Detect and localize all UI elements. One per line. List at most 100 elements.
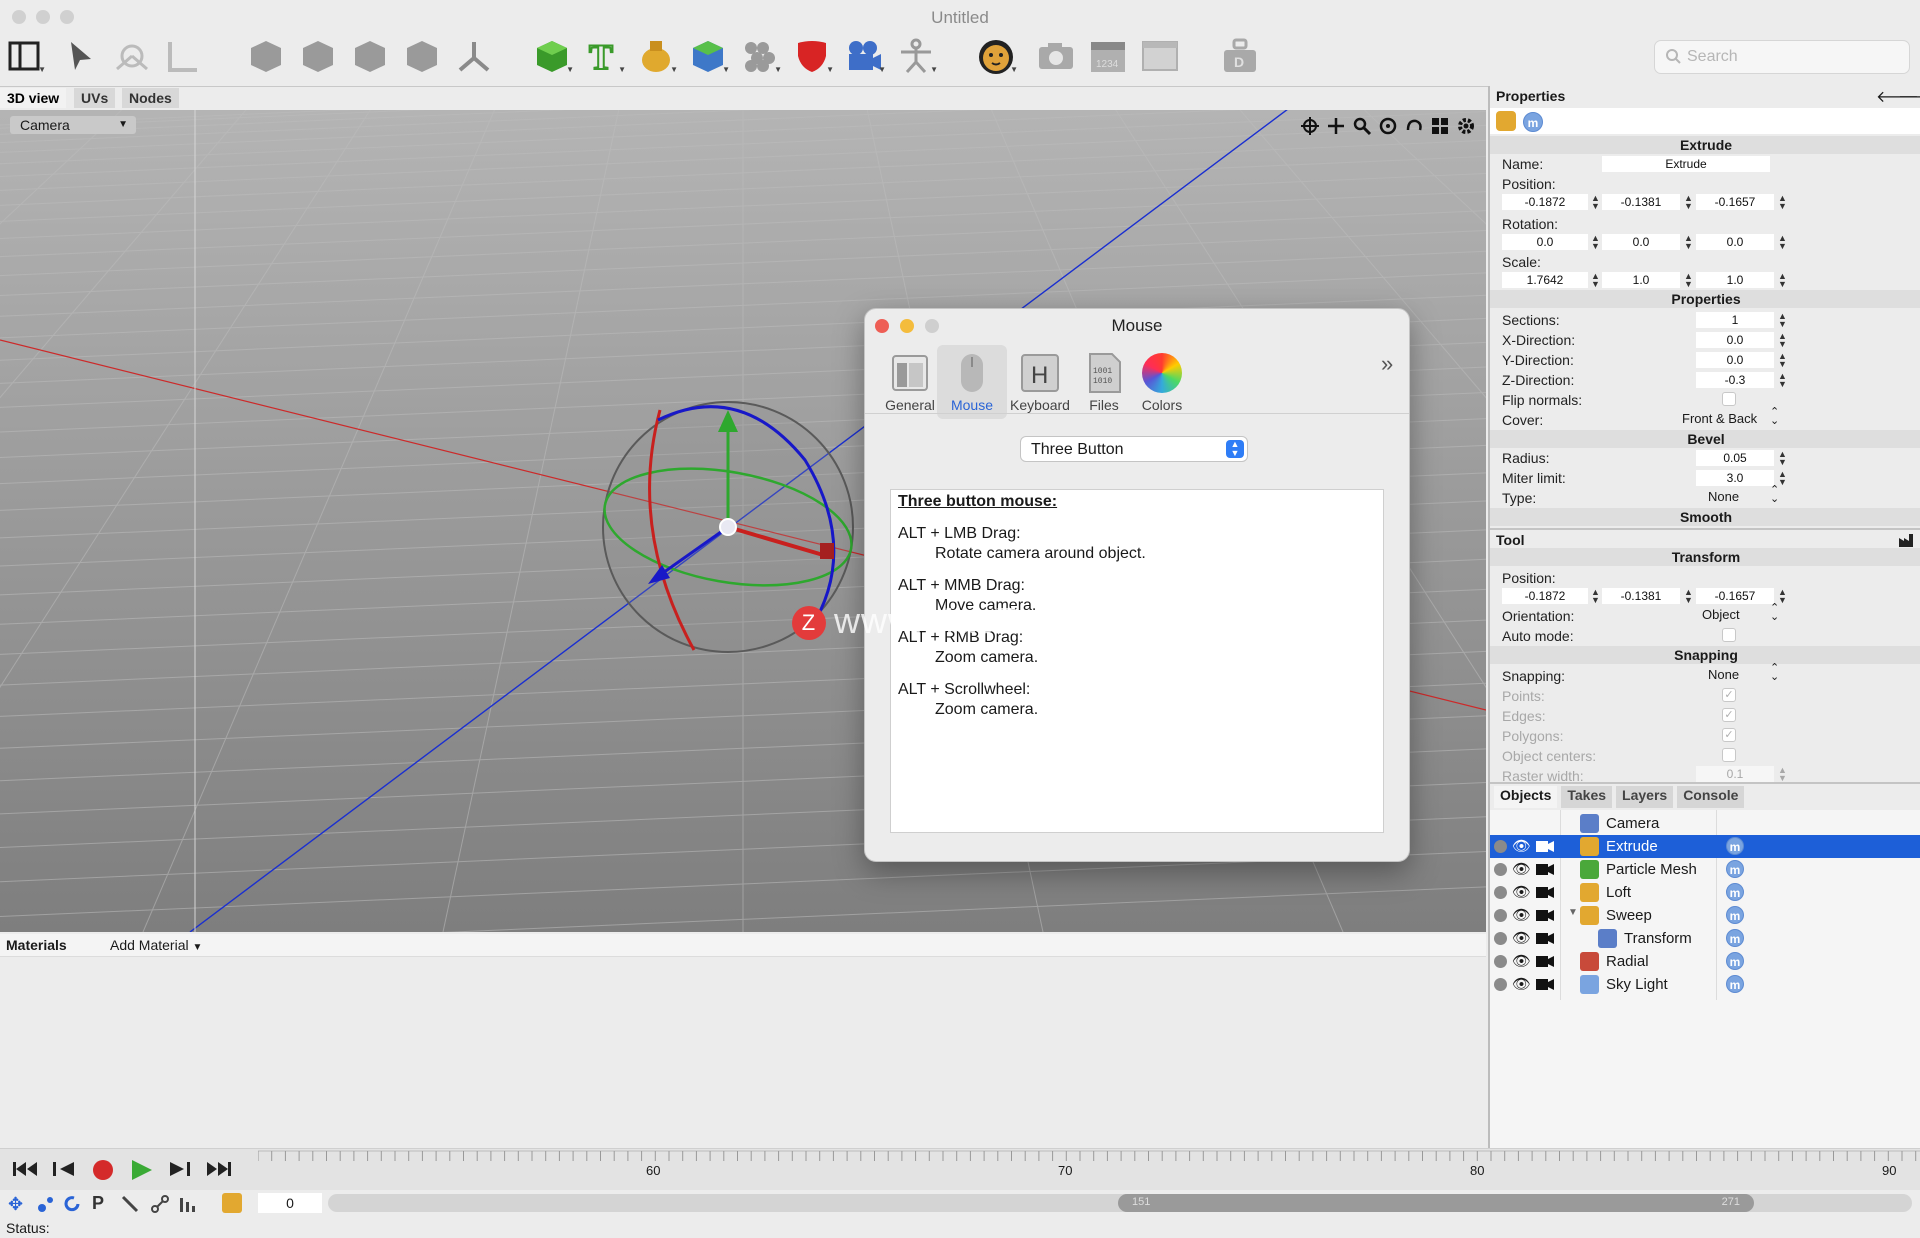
move-view-icon[interactable]: [1300, 116, 1320, 140]
auto-mode-checkbox[interactable]: [1722, 628, 1736, 642]
material-badge-icon[interactable]: m: [1726, 952, 1744, 970]
sections-stepper[interactable]: ▲ ▼: [1778, 312, 1787, 329]
object-row[interactable]: 👁 Transform m: [1490, 927, 1920, 950]
object-row[interactable]: Camera: [1490, 812, 1920, 835]
lathe-vase-icon[interactable]: ▼: [634, 34, 678, 78]
name-field[interactable]: Extrude: [1602, 156, 1770, 172]
tool-position-z-field[interactable]: -0.1657: [1696, 588, 1774, 604]
tool-position-y-field[interactable]: -0.1381: [1602, 588, 1680, 604]
zdir-stepper[interactable]: ▲ ▼: [1778, 372, 1787, 389]
cheetah-render-icon[interactable]: ▼: [974, 34, 1018, 78]
scale-tool-icon[interactable]: [36, 1194, 56, 1218]
step-back-icon[interactable]: [52, 1159, 76, 1183]
p-tool-icon[interactable]: P: [92, 1193, 104, 1214]
tab-nodes[interactable]: Nodes: [122, 88, 179, 108]
type-select[interactable]: None: [1708, 489, 1739, 504]
orbit-icon[interactable]: [1378, 116, 1398, 140]
select-arrow-icon[interactable]: [58, 34, 102, 78]
figure-icon[interactable]: ▼: [894, 34, 938, 78]
render-camera-icon[interactable]: [1536, 954, 1554, 972]
eye-icon[interactable]: 👁: [1512, 952, 1531, 970]
shield-icon[interactable]: ▼: [790, 34, 834, 78]
snapshot-camera-icon[interactable]: [1034, 34, 1078, 78]
tool-position-x-field[interactable]: -0.1872: [1502, 588, 1588, 604]
more-chevron-icon[interactable]: »: [1381, 351, 1393, 377]
polygons-checkbox[interactable]: ✓: [1722, 728, 1736, 742]
flip-normals-checkbox[interactable]: [1722, 392, 1736, 406]
points-checkbox[interactable]: ✓: [1722, 688, 1736, 702]
eye-icon[interactable]: 👁: [1512, 860, 1531, 878]
eye-icon[interactable]: 👁: [1512, 883, 1531, 901]
forward-arrow-icon[interactable]: 🡒: [1898, 86, 1920, 107]
tab-general[interactable]: General: [875, 345, 945, 419]
visibility-dot-icon[interactable]: [1494, 932, 1507, 945]
undo-view-icon[interactable]: [1404, 116, 1424, 140]
material-badge-icon[interactable]: m: [1726, 837, 1744, 855]
tab-takes[interactable]: Takes: [1561, 786, 1613, 808]
scale-y-stepper[interactable]: ▲ ▼: [1684, 272, 1693, 289]
object-row[interactable]: 👁 ▼ Sweep m: [1490, 904, 1920, 927]
cube-gray-2-icon[interactable]: [296, 34, 340, 78]
scale-z-field[interactable]: 1.0: [1696, 272, 1774, 288]
xdir-field[interactable]: 0.0: [1696, 332, 1774, 348]
tab-console[interactable]: Console: [1677, 786, 1745, 808]
range-track[interactable]: 151 271: [328, 1194, 1912, 1212]
material-badge-icon[interactable]: m: [1726, 929, 1744, 947]
timeline-ruler[interactable]: [258, 1149, 1920, 1191]
render-camera-icon[interactable]: [1536, 931, 1554, 949]
sections-field[interactable]: 1: [1696, 312, 1774, 328]
tool-position-y-stepper[interactable]: ▲ ▼: [1684, 588, 1693, 605]
tab-3d-view[interactable]: 3D view: [0, 88, 67, 108]
position-x-stepper[interactable]: ▲ ▼: [1591, 194, 1600, 211]
render-camera-icon[interactable]: [1536, 908, 1554, 926]
render-camera-icon[interactable]: [1536, 977, 1554, 995]
cube-gray-4-icon[interactable]: [400, 34, 444, 78]
material-badge-icon[interactable]: m: [1726, 975, 1744, 993]
particle-icon[interactable]: ▼: [738, 34, 782, 78]
text-icon[interactable]: T ▼: [582, 34, 626, 78]
view-layout-icon[interactable]: ▼: [2, 34, 46, 78]
position-x-field[interactable]: -0.1872: [1502, 194, 1588, 210]
skip-start-icon[interactable]: [12, 1159, 38, 1183]
grid-layout-icon[interactable]: [1430, 116, 1450, 140]
position-y-field[interactable]: -0.1381: [1602, 194, 1680, 210]
gear-icon[interactable]: [1456, 116, 1476, 140]
material-badge-icon[interactable]: m: [1726, 860, 1744, 878]
render-camera-icon[interactable]: [1536, 885, 1554, 903]
move-tool-icon[interactable]: ✥: [8, 1194, 23, 1215]
camera-object-icon[interactable]: ▼: [842, 34, 886, 78]
pan-icon[interactable]: [1326, 116, 1346, 140]
rotation-y-stepper[interactable]: ▲ ▼: [1684, 234, 1693, 251]
miter-limit-stepper[interactable]: ▲ ▼: [1778, 470, 1787, 487]
tab-layers[interactable]: Layers: [1616, 786, 1674, 808]
cube-green-icon[interactable]: ▼: [530, 34, 574, 78]
tool-position-x-stepper[interactable]: ▲ ▼: [1591, 588, 1600, 605]
tab-keyboard[interactable]: H Keyboard: [1005, 345, 1075, 419]
disclosure-triangle-icon[interactable]: ▼: [1568, 907, 1578, 918]
render-camera-icon[interactable]: [1536, 839, 1554, 857]
radius-field[interactable]: 0.05: [1696, 450, 1774, 466]
rotation-z-stepper[interactable]: ▲ ▼: [1778, 234, 1787, 251]
orientation-select[interactable]: Object: [1702, 607, 1740, 622]
transform-gizmo-icon[interactable]: [110, 34, 154, 78]
zoom-icon[interactable]: [1352, 116, 1372, 140]
search-field[interactable]: Search: [1654, 40, 1910, 74]
object-centers-checkbox[interactable]: [1722, 748, 1736, 762]
rotation-x-field[interactable]: 0.0: [1502, 234, 1588, 250]
cube-gray-1-icon[interactable]: [244, 34, 288, 78]
object-row[interactable]: 👁 Extrude m: [1490, 835, 1920, 858]
material-badge-icon[interactable]: m: [1726, 906, 1744, 924]
ydir-stepper[interactable]: ▲ ▼: [1778, 352, 1787, 369]
clapperboard-icon[interactable]: 1234: [1086, 34, 1130, 78]
eye-icon[interactable]: 👁: [1512, 975, 1531, 993]
knife-tool-icon[interactable]: [120, 1194, 140, 1218]
raster-width-stepper[interactable]: ▲ ▼: [1778, 766, 1787, 783]
visibility-dot-icon[interactable]: [1494, 863, 1507, 876]
cube-gray-3-icon[interactable]: [348, 34, 392, 78]
record-icon[interactable]: [92, 1159, 114, 1185]
extrude-tab-icon[interactable]: [1496, 111, 1516, 131]
xdir-stepper[interactable]: ▲ ▼: [1778, 332, 1787, 349]
eye-icon[interactable]: 👁: [1512, 837, 1531, 855]
object-row[interactable]: 👁 Loft m: [1490, 881, 1920, 904]
object-row[interactable]: 👁 Sky Light m: [1490, 973, 1920, 996]
